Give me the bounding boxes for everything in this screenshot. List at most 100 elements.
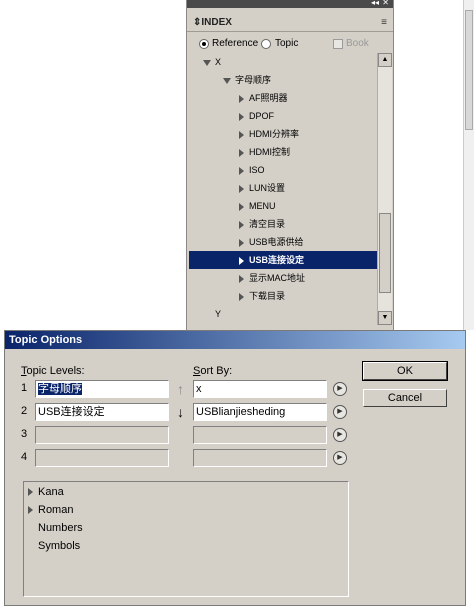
topic-levels-label-rest: opic Levels: — [26, 365, 85, 377]
topic-level-field[interactable] — [35, 426, 169, 444]
expand-icon[interactable] — [239, 184, 244, 193]
list-item[interactable]: Symbols — [28, 537, 80, 555]
topic-label: Topic — [275, 38, 299, 49]
tree-item-label: HDMI分辨率 — [249, 129, 299, 139]
tab-index-label: INDEX — [201, 17, 232, 28]
move-up-icon[interactable]: ↑ — [177, 382, 184, 396]
topic-level-value: USB连接设定 — [38, 406, 105, 418]
expand-icon[interactable] — [239, 238, 244, 247]
level-number: 4 — [21, 451, 28, 463]
expand-icon[interactable] — [239, 256, 244, 265]
list-item[interactable]: Kana — [28, 483, 64, 501]
scroll-up-icon[interactable]: ▲ — [378, 53, 392, 67]
collapse-icon[interactable]: ◂◂ — [371, 0, 379, 7]
sort-by-label-rest: ort By: — [200, 365, 233, 377]
tree-item[interactable]: DPOF — [189, 107, 377, 125]
ok-button[interactable]: OK — [362, 361, 448, 381]
sort-options-icon[interactable]: ▶ — [333, 382, 347, 396]
topic-level-field[interactable] — [35, 449, 169, 467]
tree-item[interactable]: 字母顺序 — [189, 71, 377, 89]
list-item-label: Numbers — [38, 522, 83, 534]
index-tree[interactable]: X 字母顺序 AF照明器 DPOF HDMI分辨率 HDMI控制 ISO LUN设置 MENU 清… — [189, 53, 377, 325]
tree-item[interactable]: 下载目录 — [189, 287, 377, 305]
book-checkbox[interactable] — [333, 39, 343, 49]
page-scroll-thumb[interactable] — [465, 10, 473, 130]
topic-level-field[interactable]: USB连接设定 — [35, 403, 169, 421]
topic-radio[interactable] — [261, 39, 271, 49]
expand-icon[interactable] — [239, 130, 244, 139]
tree-item-label: 清空目录 — [249, 219, 286, 229]
book-label: Book — [346, 38, 369, 49]
scroll-thumb[interactable] — [379, 213, 391, 293]
tree-item[interactable]: X — [189, 53, 377, 71]
tree-item-label: 显示MAC地址 — [249, 273, 305, 283]
expand-icon[interactable] — [239, 202, 244, 211]
topic-level-field[interactable]: 字母顺序 — [35, 380, 169, 398]
tab-index[interactable]: ⇕INDEX — [187, 15, 238, 31]
close-icon[interactable]: ✕ — [382, 0, 389, 7]
tree-item[interactable]: HDMI控制 — [189, 143, 377, 161]
sort-by-label: Sort By: — [193, 365, 233, 377]
tree-item-label: 下载目录 — [249, 291, 286, 301]
tree-item-label: LUN设置 — [249, 183, 286, 193]
page-scrollbar[interactable] — [463, 0, 474, 330]
list-item[interactable]: Roman — [28, 501, 73, 519]
list-item-label: Roman — [38, 504, 74, 516]
sort-options-list[interactable]: Kana Roman Numbers Symbols — [23, 481, 349, 597]
sort-options-icon[interactable]: ▶ — [333, 428, 347, 442]
sort-options-icon[interactable]: ▶ — [333, 451, 347, 465]
divider — [187, 31, 393, 32]
tree-item[interactable]: ISO — [189, 161, 377, 179]
tree-item-label: AF照明器 — [249, 93, 288, 103]
sort-by-field[interactable]: USBlianjiesheding — [193, 403, 327, 421]
tree-item[interactable]: HDMI分辨率 — [189, 125, 377, 143]
expand-icon[interactable] — [239, 292, 244, 301]
expand-icon[interactable] — [28, 488, 33, 497]
expand-icon[interactable] — [239, 94, 244, 103]
list-item-label: Kana — [38, 486, 64, 498]
index-panel: ◂◂ ✕ ⇕INDEX ≡ Reference Topic Book X 字母顺序… — [186, 0, 394, 340]
collapse-icon[interactable] — [223, 77, 231, 84]
tree-item[interactable]: USB连接设定 — [189, 251, 377, 269]
sort-options-icon[interactable]: ▶ — [333, 405, 347, 419]
expand-icon[interactable] — [239, 274, 244, 283]
tree-item[interactable]: Y — [189, 305, 377, 323]
level-number: 1 — [21, 382, 28, 394]
level-number: 3 — [21, 428, 28, 440]
expand-icon[interactable] — [239, 166, 244, 175]
cancel-button[interactable]: Cancel — [363, 389, 447, 407]
collapse-icon[interactable] — [203, 59, 211, 66]
tree-item[interactable]: MENU — [189, 197, 377, 215]
tree-item[interactable]: USB电源供给 — [189, 233, 377, 251]
list-item[interactable]: Numbers — [28, 519, 83, 537]
tree-item-label: 字母顺序 — [235, 75, 272, 85]
tree-item[interactable]: LUN设置 — [189, 179, 377, 197]
expand-icon[interactable] — [239, 148, 244, 157]
topic-options-dialog: Topic Options Topic Levels: Sort By: 1 字母… — [4, 330, 466, 606]
index-scrollbar[interactable]: ▲ ▼ — [377, 53, 392, 325]
reference-radio[interactable] — [199, 39, 209, 49]
tree-item[interactable]: AF照明器 — [189, 89, 377, 107]
reference-label: Reference — [212, 38, 259, 49]
sort-by-field[interactable] — [193, 426, 327, 444]
tree-item-label: ISO — [249, 165, 265, 175]
scroll-down-icon[interactable]: ▼ — [378, 311, 392, 325]
expand-icon[interactable] — [239, 220, 244, 229]
tree-item[interactable]: 显示MAC地址 — [189, 269, 377, 287]
topic-level-value: 字母顺序 — [38, 383, 82, 395]
panel-menu-icon[interactable]: ≡ — [381, 17, 387, 28]
tree-item[interactable]: 清空目录 — [189, 215, 377, 233]
tree-item-label: X — [215, 57, 222, 67]
dialog-title[interactable]: Topic Options — [5, 331, 465, 349]
sort-by-field[interactable]: x — [193, 380, 327, 398]
list-item-label: Symbols — [38, 540, 81, 552]
move-down-icon[interactable]: ↓ — [177, 405, 184, 419]
sort-by-field[interactable] — [193, 449, 327, 467]
tree-item-label: USB电源供给 — [249, 237, 304, 247]
index-panel-titlebar[interactable] — [187, 0, 393, 8]
level-number: 2 — [21, 405, 28, 417]
expand-icon[interactable] — [239, 112, 244, 121]
tree-item-label: DPOF — [249, 111, 275, 121]
tree-item-label: USB连接设定 — [249, 255, 305, 265]
expand-icon[interactable] — [28, 506, 33, 515]
